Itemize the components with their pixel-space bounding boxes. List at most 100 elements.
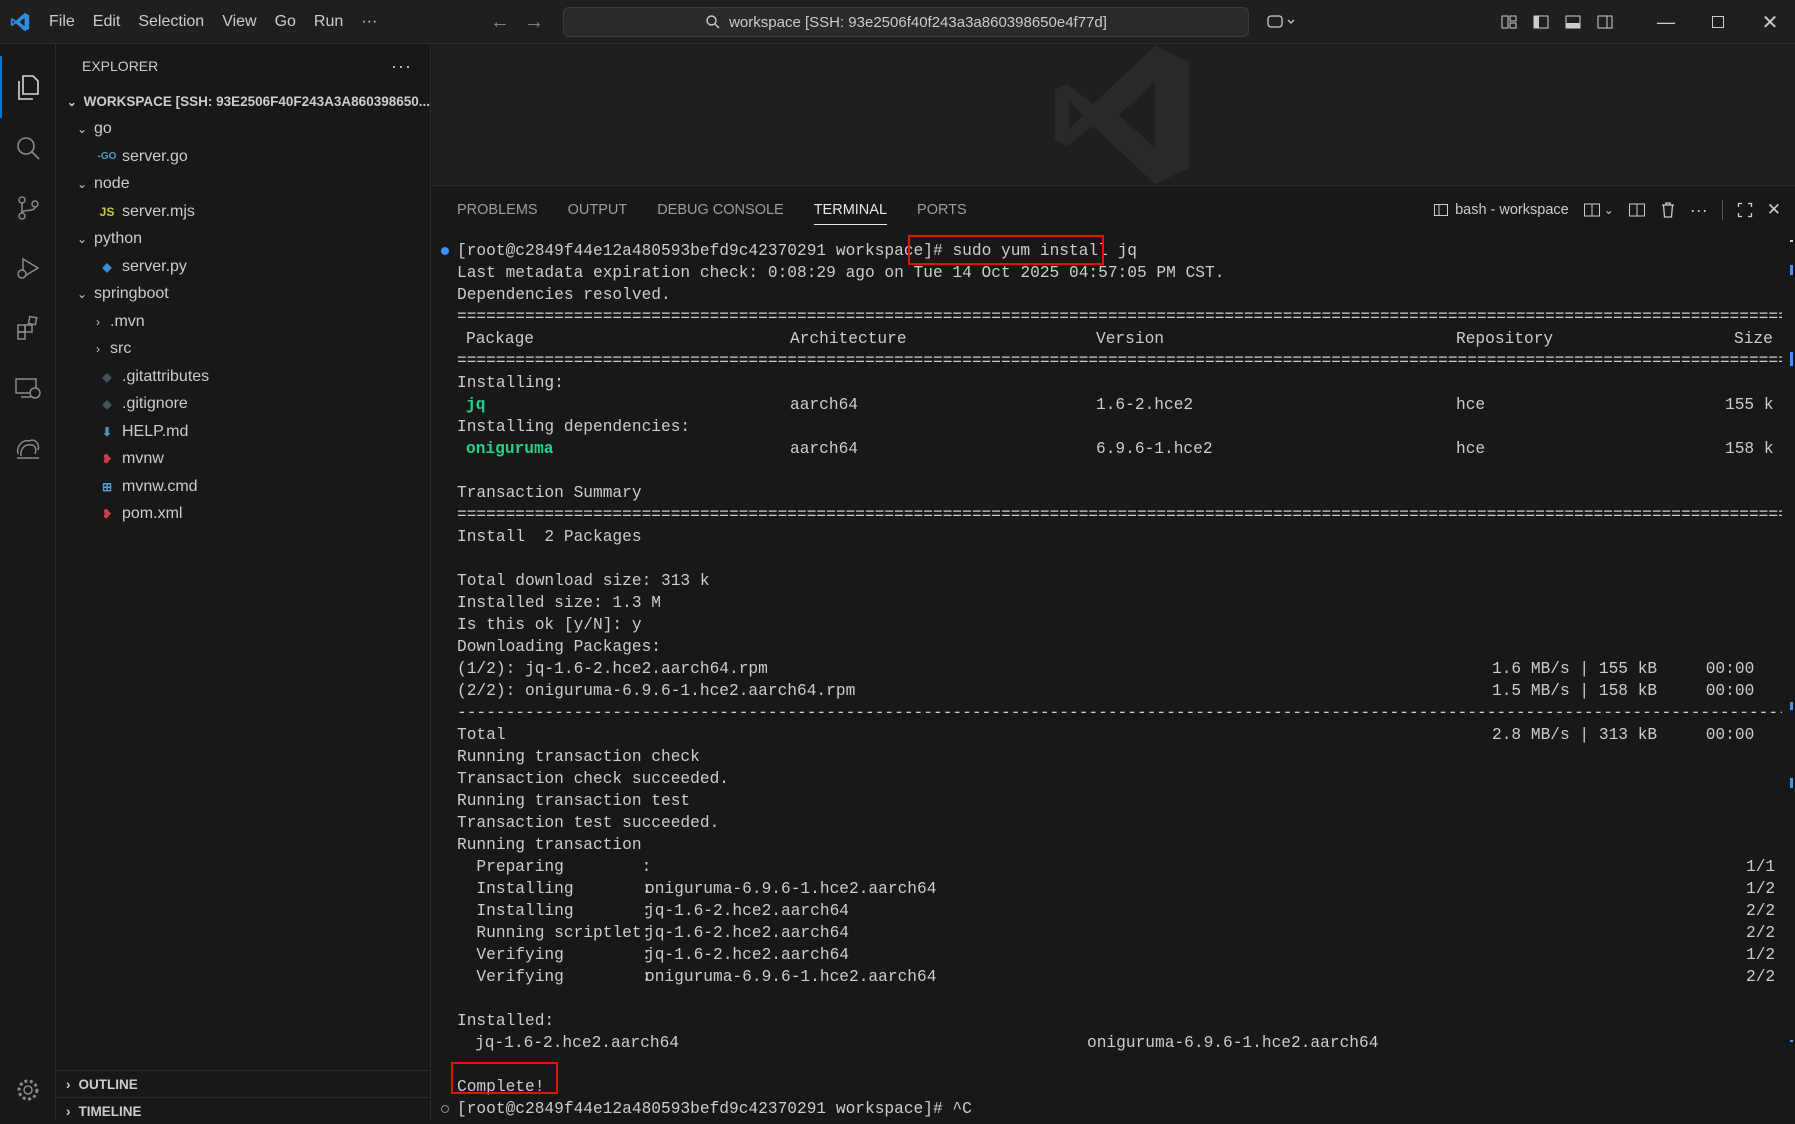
minimize-icon[interactable]: — [1640, 12, 1692, 33]
tx-action: Verifying : [457, 946, 652, 964]
menu-view[interactable]: View [213, 0, 265, 44]
separator-line: ----------------------------------------… [457, 704, 1782, 722]
close-icon[interactable]: ✕ [1744, 10, 1795, 35]
tab-output[interactable]: OUTPUT [568, 186, 628, 234]
chevron-right-icon: › [96, 342, 100, 357]
tab-problems[interactable]: PROBLEMS [457, 186, 538, 234]
terminal-panel: PROBLEMS OUTPUT DEBUG CONSOLE TERMINAL P… [432, 186, 1795, 1120]
tx-action: Installing : [457, 902, 652, 920]
tree-item-label: python [94, 230, 143, 248]
forward-arrow-icon[interactable]: → [524, 11, 544, 34]
settings-gear-icon[interactable] [0, 1060, 56, 1120]
file-item[interactable]: ◆ .gitignore [56, 391, 430, 419]
folder-item[interactable]: › .mvn [56, 308, 430, 336]
tx-count: 1/2 [1746, 946, 1776, 964]
terminal-output[interactable]: [root@c2849f44e12a480593befd9c42370291 w… [432, 235, 1782, 1120]
toggle-secondary-sidebar-icon[interactable] [1596, 13, 1614, 31]
tree-item-label: server.py [122, 257, 187, 275]
python-file-icon: ◆ [102, 259, 112, 274]
package-version: 6.9.6-1.hce2 [1096, 440, 1213, 458]
copilot-button[interactable] [1266, 0, 1296, 44]
javascript-file-icon: JS [99, 204, 115, 219]
file-item[interactable]: JS server.mjs [56, 198, 430, 226]
last-prompt-line: [root@c2849f44e12a480593befd9c42370291 w… [457, 1100, 972, 1118]
metadata-line: Last metadata expiration check: 0:08:29 … [457, 264, 1225, 282]
package-name: oniguruma [466, 440, 554, 458]
toggle-sidebar-icon[interactable] [1532, 13, 1550, 31]
panel-actions: bash - workspace ⌄ ··· ✕ [1433, 186, 1795, 234]
menu-edit[interactable]: Edit [84, 0, 130, 44]
tx-action: Verifying : [457, 968, 652, 986]
step-line: Running transaction test [457, 792, 691, 810]
installed-package: oniguruma-6.9.6-1.hce2.aarch64 [1087, 1034, 1379, 1052]
total-download-line: Total download size: 313 k [457, 572, 710, 590]
chevron-right-icon: › [66, 1076, 71, 1092]
terminal-scrollbar[interactable] [1783, 240, 1795, 1120]
scroll-marker [1790, 778, 1793, 788]
folder-item[interactable]: ⌄ node [56, 171, 430, 199]
divider [1721, 200, 1723, 220]
search-icon [706, 15, 720, 29]
folder-item[interactable]: ⌄ python [56, 226, 430, 254]
folder-item[interactable]: › src [56, 336, 430, 364]
deps-resolved-line: Dependencies resolved. [457, 286, 671, 304]
trash-icon[interactable] [1660, 201, 1676, 219]
file-item[interactable]: ⬇ HELP.md [56, 418, 430, 446]
menu-selection[interactable]: Selection [129, 0, 213, 44]
more-actions-icon[interactable]: ··· [391, 56, 412, 77]
tab-debug-console[interactable]: DEBUG CONSOLE [657, 186, 784, 234]
explorer-icon[interactable] [0, 56, 56, 118]
command-pending-dot[interactable] [441, 1105, 449, 1113]
menu-more[interactable]: ··· [352, 0, 386, 44]
maven-file-icon: ❥ [101, 452, 113, 467]
menu-file[interactable]: File [40, 0, 84, 44]
split-terminal-icon[interactable] [1628, 202, 1646, 218]
step-line: Running transaction check [457, 748, 700, 766]
file-item[interactable]: ❥ mvnw [56, 446, 430, 474]
chevron-down-icon: ⌄ [76, 177, 88, 192]
file-item[interactable]: ◆ .gitattributes [56, 363, 430, 391]
chevron-right-icon: › [66, 1103, 71, 1119]
search-icon[interactable] [0, 118, 56, 178]
customize-layout-icon[interactable] [1500, 13, 1518, 31]
menu-go[interactable]: Go [266, 0, 305, 44]
folder-item[interactable]: ⌄ go [56, 116, 430, 144]
outline-section[interactable]: › OUTLINE [56, 1070, 431, 1097]
file-item[interactable]: ❥ pom.xml [56, 501, 430, 529]
package-name: jq [466, 396, 486, 414]
scroll-marker [1790, 1040, 1793, 1042]
file-item[interactable]: ◆ server.py [56, 253, 430, 281]
file-item[interactable]: ⊞ mvnw.cmd [56, 473, 430, 501]
command-success-dot[interactable] [441, 247, 449, 255]
close-panel-icon[interactable]: ✕ [1767, 200, 1781, 220]
remote-explorer-icon[interactable] [0, 358, 56, 418]
maximize-panel-icon[interactable] [1737, 202, 1753, 218]
back-arrow-icon[interactable]: ← [490, 11, 510, 34]
maximize-icon[interactable] [1692, 16, 1744, 28]
extensions-icon[interactable] [0, 298, 56, 358]
tree-item-label: server.mjs [122, 202, 195, 220]
command-center-search[interactable]: workspace [SSH: 93e2506f40f243a3a8603986… [563, 7, 1249, 37]
activity-bar [0, 44, 56, 1120]
more-actions-icon[interactable]: ··· [1690, 200, 1708, 221]
run-debug-icon[interactable] [0, 238, 56, 298]
terminal-selector[interactable]: bash - workspace [1433, 202, 1569, 218]
header-size: Size [1734, 330, 1773, 348]
new-terminal-button[interactable]: ⌄ [1583, 202, 1614, 218]
toggle-panel-icon[interactable] [1564, 13, 1582, 31]
chevron-down-icon: ⌄ [76, 122, 88, 137]
tab-terminal[interactable]: TERMINAL [813, 186, 888, 234]
menu-run[interactable]: Run [305, 0, 352, 44]
source-control-icon[interactable] [0, 178, 56, 238]
tab-ports[interactable]: PORTS [917, 186, 967, 234]
workspace-root[interactable]: ⌄ WORKSPACE [SSH: 93E2506F40F243A3A86039… [56, 88, 430, 116]
cloud-extension-icon[interactable] [0, 418, 56, 478]
terminal-name: bash - workspace [1455, 202, 1569, 218]
tree-item-label: go [94, 120, 112, 138]
separator-line: ========================================… [457, 506, 1782, 524]
tx-package: oniguruma-6.9.6-1.hce2.aarch64 [645, 968, 937, 986]
folder-item[interactable]: ⌄ springboot [56, 281, 430, 309]
tree-item-label: HELP.md [122, 422, 189, 440]
navigation-arrows: ← → [490, 0, 544, 44]
file-item[interactable]: -GO server.go [56, 143, 430, 171]
